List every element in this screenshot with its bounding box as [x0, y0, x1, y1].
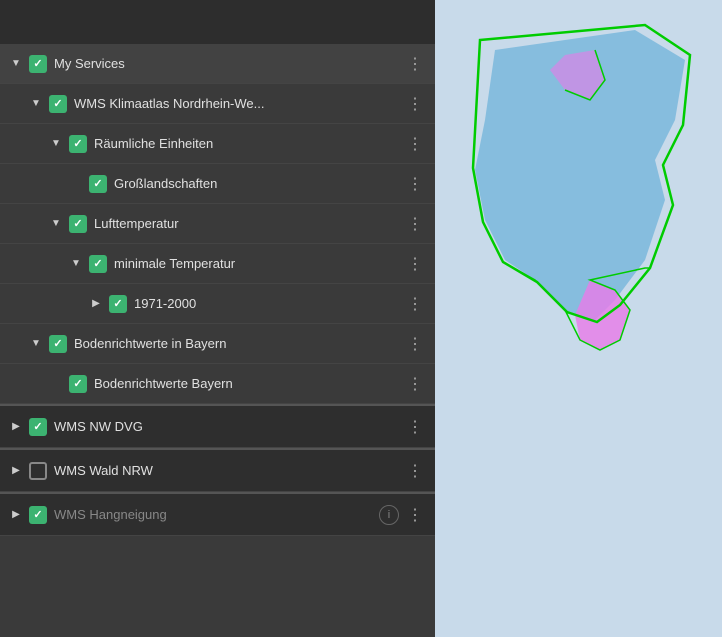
tree-row-my-services[interactable]: My Services⋮: [0, 44, 435, 84]
label-bodenrichtwerte-bayern: Bodenrichtwerte in Bayern: [74, 336, 403, 352]
map-content-panel: My Services⋮WMS Klimaatlas Nordrhein-We.…: [0, 0, 435, 637]
tree-row-wms-klimaatlas[interactable]: WMS Klimaatlas Nordrhein-We...⋮: [0, 84, 435, 124]
checkbox-wms-klimaatlas[interactable]: [48, 94, 68, 114]
chevron-wms-nw-dvg[interactable]: [8, 419, 24, 435]
panel-header: [0, 0, 435, 44]
checkbox-year-range[interactable]: [108, 294, 128, 314]
tree-row-lufttemperatur[interactable]: Lufttemperatur⋮: [0, 204, 435, 244]
checkbox-wms-nw-dvg[interactable]: [28, 417, 48, 437]
dots-menu-wms-nw-dvg[interactable]: ⋮: [403, 415, 427, 439]
tree-container: My Services⋮WMS Klimaatlas Nordrhein-We.…: [0, 44, 435, 536]
chevron-year-range[interactable]: [88, 296, 104, 312]
map-svg: [435, 0, 722, 637]
chevron-min-temperatur[interactable]: [68, 256, 84, 272]
label-wms-klimaatlas: WMS Klimaatlas Nordrhein-We...: [74, 96, 403, 112]
dots-menu-wms-hangneigung[interactable]: ⋮: [403, 503, 427, 527]
tree-row-wms-wald-nrw[interactable]: WMS Wald NRW⋮: [0, 448, 435, 492]
tree-row-wms-nw-dvg[interactable]: WMS NW DVG⋮: [0, 404, 435, 448]
dots-menu-bodenrichtwerte-item[interactable]: ⋮: [403, 372, 427, 396]
label-wms-nw-dvg: WMS NW DVG: [54, 419, 403, 435]
dots-menu-bodenrichtwerte-bayern[interactable]: ⋮: [403, 332, 427, 356]
info-icon-wms-hangneigung[interactable]: i: [379, 505, 399, 525]
tree-row-grosslandschaften[interactable]: Großlandschaften⋮: [0, 164, 435, 204]
tree-panel-content[interactable]: My Services⋮WMS Klimaatlas Nordrhein-We.…: [0, 44, 435, 637]
tree-row-raumliche-einheiten[interactable]: Räumliche Einheiten⋮: [0, 124, 435, 164]
chevron-wms-hangneigung[interactable]: [8, 507, 24, 523]
checkbox-grosslandschaften[interactable]: [88, 174, 108, 194]
checkbox-bodenrichtwerte-bayern[interactable]: [48, 334, 68, 354]
dots-menu-lufttemperatur[interactable]: ⋮: [403, 212, 427, 236]
label-wms-wald-nrw: WMS Wald NRW: [54, 463, 403, 479]
label-lufttemperatur: Lufttemperatur: [94, 216, 403, 232]
dots-menu-grosslandschaften[interactable]: ⋮: [403, 172, 427, 196]
checkbox-bodenrichtwerte-item[interactable]: [68, 374, 88, 394]
chevron-raumliche-einheiten[interactable]: [48, 136, 64, 152]
checkbox-raumliche-einheiten[interactable]: [68, 134, 88, 154]
dots-menu-raumliche-einheiten[interactable]: ⋮: [403, 132, 427, 156]
checkbox-wms-hangneigung[interactable]: [28, 505, 48, 525]
label-min-temperatur: minimale Temperatur: [114, 256, 403, 272]
tree-row-bodenrichtwerte-bayern[interactable]: Bodenrichtwerte in Bayern⋮: [0, 324, 435, 364]
checkbox-wms-wald-nrw[interactable]: [28, 461, 48, 481]
chevron-wms-wald-nrw[interactable]: [8, 463, 24, 479]
chevron-lufttemperatur[interactable]: [48, 216, 64, 232]
checkbox-lufttemperatur[interactable]: [68, 214, 88, 234]
dots-menu-wms-wald-nrw[interactable]: ⋮: [403, 459, 427, 483]
chevron-my-services[interactable]: [8, 56, 24, 72]
tree-row-year-range[interactable]: 1971-2000⋮: [0, 284, 435, 324]
dots-menu-year-range[interactable]: ⋮: [403, 292, 427, 316]
map-area: Hopste...VredeKranenburgWeez...Dü...Wa..…: [435, 0, 722, 637]
dots-menu-min-temperatur[interactable]: ⋮: [403, 252, 427, 276]
tree-row-bodenrichtwerte-item[interactable]: Bodenrichtwerte Bayern⋮: [0, 364, 435, 404]
label-bodenrichtwerte-item: Bodenrichtwerte Bayern: [94, 376, 403, 392]
chevron-wms-klimaatlas[interactable]: [28, 96, 44, 112]
checkbox-my-services[interactable]: [28, 54, 48, 74]
tree-row-min-temperatur[interactable]: minimale Temperatur⋮: [0, 244, 435, 284]
dots-menu-my-services[interactable]: ⋮: [403, 52, 427, 76]
chevron-bodenrichtwerte-bayern[interactable]: [28, 336, 44, 352]
label-raumliche-einheiten: Räumliche Einheiten: [94, 136, 403, 152]
label-year-range: 1971-2000: [134, 296, 403, 312]
label-grosslandschaften: Großlandschaften: [114, 176, 403, 192]
checkbox-min-temperatur[interactable]: [88, 254, 108, 274]
label-my-services: My Services: [54, 56, 403, 72]
dots-menu-wms-klimaatlas[interactable]: ⋮: [403, 92, 427, 116]
label-wms-hangneigung: WMS Hangneigung: [54, 507, 379, 523]
tree-row-wms-hangneigung[interactable]: WMS Hangneigungi⋮: [0, 492, 435, 536]
